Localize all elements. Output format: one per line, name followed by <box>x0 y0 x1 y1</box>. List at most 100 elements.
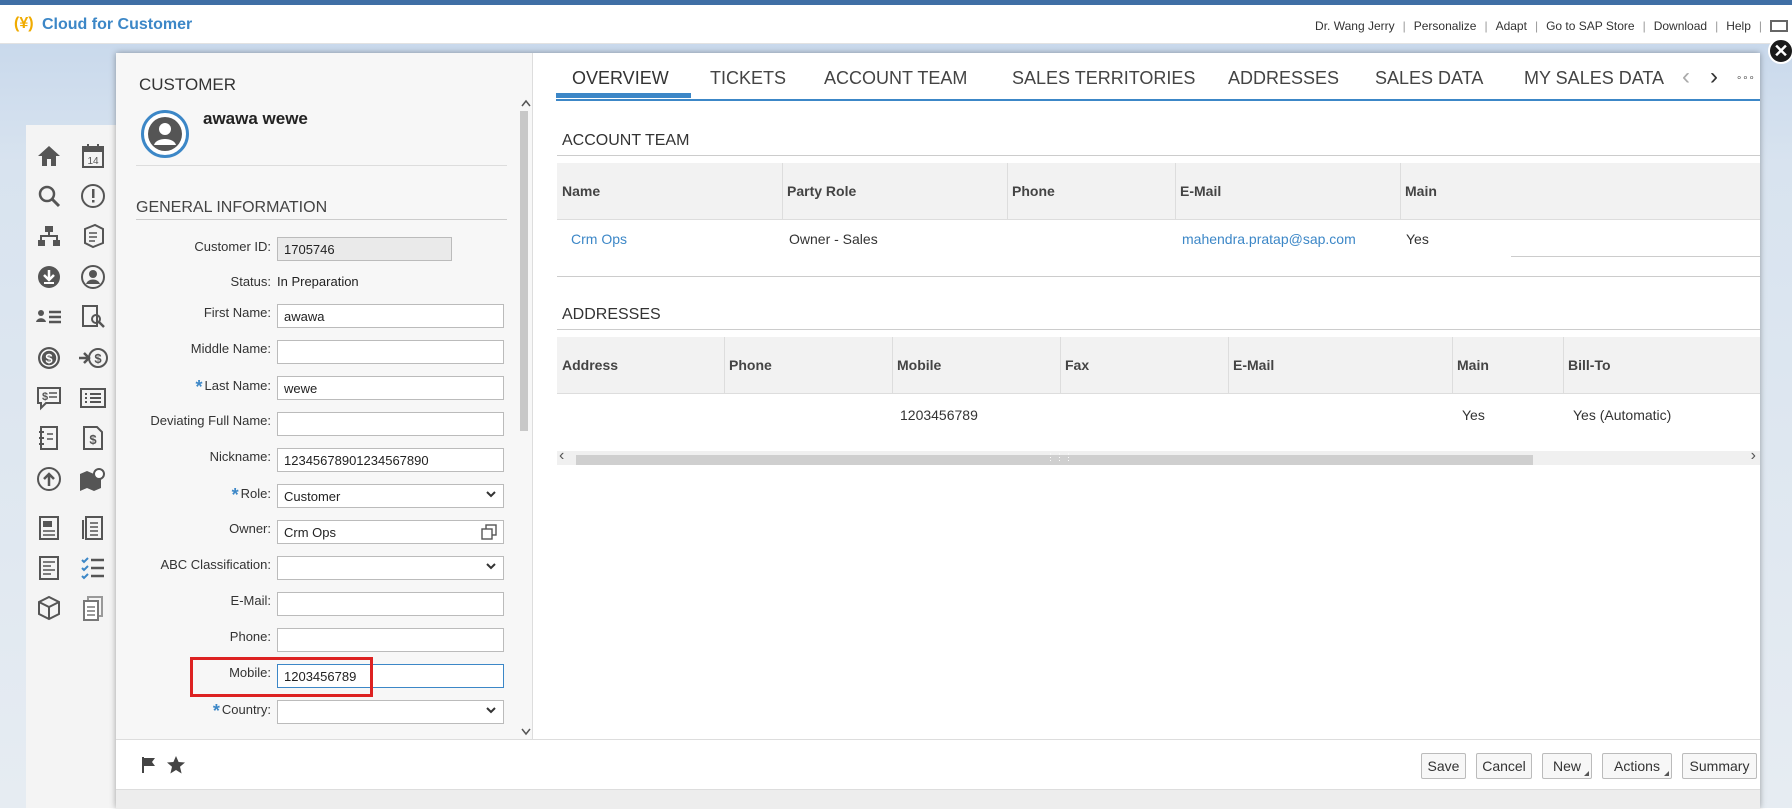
team-member-name-link[interactable]: Crm Ops <box>571 231 627 247</box>
home-icon[interactable] <box>34 141 64 171</box>
report-icon[interactable] <box>34 513 64 543</box>
column-header[interactable]: Party Role <box>787 183 856 199</box>
help-link[interactable]: Help <box>1718 19 1759 33</box>
summary-button[interactable]: Summary <box>1682 753 1757 779</box>
window-icon[interactable] <box>1770 20 1788 32</box>
package-icon[interactable] <box>34 593 64 623</box>
column-header[interactable]: Address <box>562 357 618 373</box>
checklist-icon[interactable] <box>78 553 108 583</box>
column-header[interactable]: Phone <box>729 357 772 373</box>
svg-text:14: 14 <box>87 156 99 167</box>
tab-my-sales-data[interactable]: MY SALES DATA <box>1524 68 1664 89</box>
svg-text:$: $ <box>45 351 53 366</box>
tab-sales-data[interactable]: SALES DATA <box>1375 68 1483 89</box>
tab-overview[interactable]: OVERVIEW <box>572 68 669 89</box>
tab-tickets[interactable]: TICKETS <box>710 68 786 89</box>
flag-icon[interactable] <box>140 756 158 777</box>
chat-dollar-icon[interactable]: $ <box>34 383 64 413</box>
download-link[interactable]: Download <box>1646 19 1715 33</box>
chevron-down-icon[interactable] <box>485 560 497 575</box>
addresses-table-header: Address Phone Mobile Fax E-Mail Main Bil… <box>557 337 1760 394</box>
deviating-full-name-field[interactable] <box>277 412 504 436</box>
calendar-icon[interactable]: 14 <box>78 141 108 171</box>
tab-sales-territories[interactable]: SALES TERRITORIES <box>1012 68 1195 89</box>
middle-name-label: Middle Name: <box>190 341 271 356</box>
sap-store-link[interactable]: Go to SAP Store <box>1538 19 1643 33</box>
email-label: E-Mail: <box>230 593 271 608</box>
map-pin-icon[interactable] <box>78 464 108 494</box>
owner-label: Owner: <box>229 521 271 536</box>
people-list-icon[interactable] <box>34 302 64 332</box>
column-header[interactable]: E-Mail <box>1180 183 1221 199</box>
report2-icon[interactable] <box>34 553 64 583</box>
copy-doc-icon[interactable] <box>78 593 108 623</box>
scroll-grip-icon: ⋮⋮⋮ <box>1046 452 1073 462</box>
document-icon[interactable] <box>78 513 108 543</box>
phone-field[interactable] <box>277 628 504 652</box>
scrollbar-thumb[interactable] <box>520 111 528 431</box>
footer-toolbar: Save Cancel New Actions Summary <box>116 739 1760 790</box>
country-select[interactable] <box>277 700 504 724</box>
app-title[interactable]: Cloud for Customer <box>42 16 192 34</box>
mobile-highlight-box <box>190 657 373 697</box>
scroll-left-icon[interactable]: ‹ <box>559 447 564 465</box>
required-marker: * <box>212 701 220 721</box>
tab-next-icon[interactable]: › <box>1710 63 1718 91</box>
left-navigation: 14 $ $ $ $ <box>26 125 116 808</box>
notebook-icon[interactable] <box>34 423 64 453</box>
column-header[interactable]: Fax <box>1065 357 1089 373</box>
owner-field[interactable]: Crm Ops <box>277 520 504 544</box>
abc-classification-select[interactable] <box>277 556 504 580</box>
org-chart-icon[interactable] <box>34 221 64 251</box>
cancel-button[interactable]: Cancel <box>1476 753 1532 779</box>
email-link[interactable]: mahendra.pratap@sap.com <box>1182 231 1356 247</box>
save-button[interactable]: Save <box>1421 753 1466 779</box>
column-header[interactable]: Mobile <box>897 357 941 373</box>
first-name-field[interactable]: awawa <box>277 304 504 328</box>
scrollbar-thumb[interactable]: ⋮⋮⋮ <box>576 452 1533 465</box>
tab-account-team[interactable]: ACCOUNT TEAM <box>824 68 967 89</box>
column-header[interactable]: Phone <box>1012 183 1055 199</box>
upload-icon[interactable] <box>34 464 64 494</box>
actions-button[interactable]: Actions <box>1602 753 1672 779</box>
column-header[interactable]: Main <box>1405 183 1437 199</box>
search-icon[interactable] <box>34 181 64 211</box>
list-icon[interactable] <box>78 383 108 413</box>
tab-prev-icon[interactable]: ‹ <box>1682 63 1690 91</box>
first-name-label: First Name: <box>203 305 271 320</box>
role-select[interactable]: Customer <box>277 484 504 508</box>
user-name-link[interactable]: Dr. Wang Jerry <box>1307 19 1403 33</box>
middle-name-field[interactable] <box>277 340 504 364</box>
column-header[interactable]: E-Mail <box>1233 357 1274 373</box>
mobile-cell: 1203456789 <box>900 407 978 423</box>
new-button[interactable]: New <box>1542 753 1592 779</box>
adapt-link[interactable]: Adapt <box>1488 19 1535 33</box>
column-header[interactable]: Main <box>1457 357 1489 373</box>
person-icon[interactable] <box>78 262 108 292</box>
email-field[interactable] <box>277 592 504 616</box>
chevron-down-icon[interactable] <box>485 488 497 503</box>
cube-doc-icon[interactable] <box>78 221 108 251</box>
divider <box>557 329 1760 330</box>
nickname-field[interactable]: 12345678901234567890 <box>277 448 504 472</box>
chevron-down-icon[interactable] <box>485 704 497 719</box>
star-icon[interactable] <box>166 755 186 778</box>
dollar-icon[interactable]: $ <box>34 343 64 373</box>
scroll-right-icon[interactable]: › <box>1751 447 1756 465</box>
tab-addresses[interactable]: ADDRESSES <box>1228 68 1339 89</box>
invoice-icon[interactable]: $ <box>78 423 108 453</box>
last-name-field[interactable]: wewe <box>277 376 504 400</box>
doc-search-icon[interactable] <box>78 302 108 332</box>
column-header[interactable]: Bill-To <box>1568 357 1611 373</box>
general-information-form: Customer ID: 1705746 Status: In Preparat… <box>116 53 532 739</box>
alert-icon[interactable] <box>78 181 108 211</box>
download-icon[interactable] <box>34 262 64 292</box>
column-header[interactable]: Name <box>562 183 600 199</box>
arrow-dollar-icon[interactable]: $ <box>78 343 108 373</box>
more-icon[interactable]: ∘∘∘ <box>1736 73 1755 84</box>
close-icon[interactable]: ✕ <box>1768 38 1792 64</box>
value-help-icon[interactable] <box>481 524 497 543</box>
personalize-link[interactable]: Personalize <box>1406 19 1485 33</box>
status-value: In Preparation <box>277 274 359 289</box>
top-bar: (¥) Cloud for Customer Dr. Wang Jerry | P… <box>0 0 1792 44</box>
